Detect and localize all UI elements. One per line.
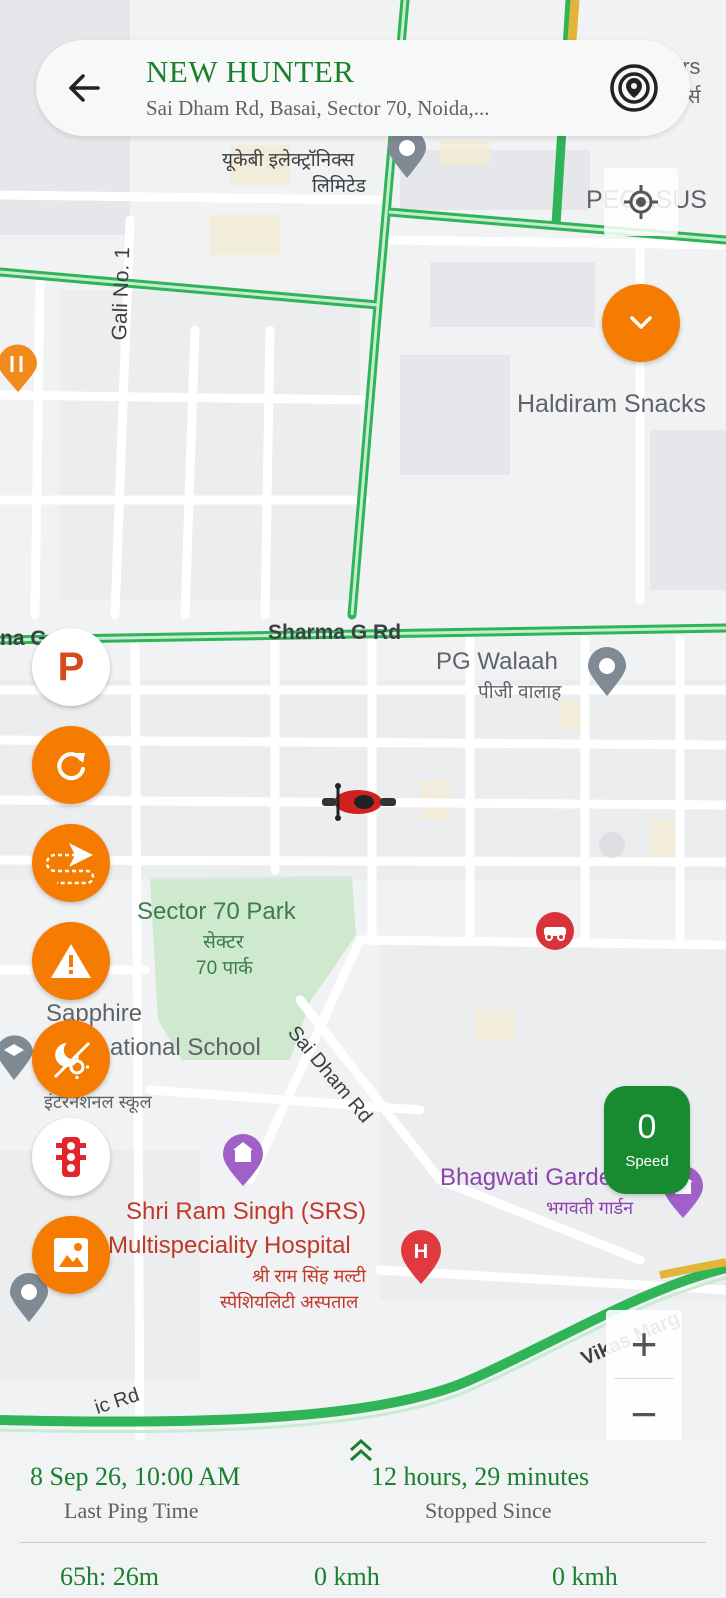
info-panel: 8 Sep 26, 10:00 AM Last Ping Time 12 hou… bbox=[0, 1438, 726, 1598]
radar-target-icon[interactable] bbox=[608, 62, 660, 114]
speed-value: 0 bbox=[637, 1108, 657, 1146]
traffic-button[interactable] bbox=[32, 1118, 110, 1196]
panel-divider bbox=[20, 1542, 706, 1543]
route-playback-button[interactable] bbox=[32, 824, 110, 902]
map-label-pg-walaah-hi: पीजी वालाह bbox=[478, 682, 562, 703]
map-label-hospital-2: Multispeciality Hospital bbox=[108, 1232, 351, 1259]
hospital-pin-icon[interactable]: H bbox=[398, 1228, 444, 1286]
parking-button[interactable]: P bbox=[32, 628, 110, 706]
map-label-ukb-hi-1: यूकेबी इलेक्ट्रॉनिक्स bbox=[222, 150, 355, 171]
map-label-sharma-rd: Sharma G Rd bbox=[268, 621, 402, 644]
place-pin-icon[interactable] bbox=[586, 646, 628, 698]
map-label-bhagwati: Bhagwati Garden bbox=[440, 1164, 626, 1191]
zoom-divider bbox=[614, 1378, 674, 1379]
map-label-sapphire-2: ational School bbox=[110, 1034, 261, 1061]
map-label-ukb-hi-2: लिमिटेड bbox=[312, 176, 366, 197]
last-ping-value: 8 Sep 26, 10:00 AM bbox=[30, 1462, 241, 1491]
map-label-hospital-1: Shri Ram Singh (SRS) bbox=[126, 1198, 367, 1225]
stopped-since-value: 12 hours, 29 minutes bbox=[371, 1462, 590, 1491]
restaurant-pin-icon[interactable] bbox=[0, 344, 40, 394]
day-night-icon bbox=[53, 1041, 91, 1079]
stopped-since-label: Stopped Since bbox=[425, 1498, 552, 1523]
map-label-park-hi-2: 70 पार्क bbox=[196, 958, 253, 979]
duration-value: 65h: 26m bbox=[60, 1562, 159, 1591]
arrow-left-icon[interactable] bbox=[66, 70, 102, 106]
zoom-controls: + − bbox=[606, 1310, 682, 1440]
route-playback-icon bbox=[45, 843, 95, 885]
temple-pin-icon[interactable] bbox=[220, 1132, 266, 1188]
map-label-gali: Gali No. 1 bbox=[108, 246, 135, 341]
map-label-pg-walaah: PG Walaah bbox=[436, 648, 558, 675]
parking-label: P bbox=[57, 644, 85, 689]
traffic-light-icon bbox=[56, 1137, 86, 1177]
vehicle-header-card: NEW HUNTER Sai Dham Rd, Basai, Sector 70… bbox=[36, 40, 690, 136]
map-label-park-hi-1: सेक्टर bbox=[203, 932, 244, 953]
chevron-down-icon bbox=[630, 316, 652, 329]
svg-text:H: H bbox=[414, 1241, 428, 1263]
map-label-hospital-hi-2: स्पेशियलिटी अस्पताल bbox=[220, 1292, 359, 1312]
collapse-button[interactable] bbox=[602, 284, 680, 362]
refresh-icon bbox=[57, 752, 85, 781]
my-location-button[interactable] bbox=[604, 168, 678, 236]
zoom-in-button[interactable]: + bbox=[606, 1314, 682, 1374]
speed-value-1: 0 kmh bbox=[314, 1562, 380, 1591]
refresh-button[interactable] bbox=[32, 726, 110, 804]
alert-button[interactable] bbox=[32, 922, 110, 1000]
warning-icon bbox=[51, 944, 91, 978]
motorbike-marker-icon[interactable] bbox=[314, 778, 400, 824]
vehicle-name: NEW HUNTER bbox=[146, 54, 355, 89]
car-repair-pin-icon[interactable] bbox=[534, 910, 576, 952]
map-layer-image-icon bbox=[54, 1238, 88, 1272]
my-location-icon bbox=[624, 185, 658, 219]
last-ping-label: Last Ping Time bbox=[64, 1498, 199, 1523]
speed-indicator: 0 Speed bbox=[604, 1086, 690, 1194]
map-label-haldiram: Haldiram Snacks bbox=[517, 390, 706, 418]
speed-value-2: 0 kmh bbox=[552, 1562, 618, 1591]
school-pin-icon[interactable] bbox=[0, 1030, 36, 1082]
map-label-hospital-hi-1: श्री राम सिंह मल्टी bbox=[252, 1266, 366, 1286]
day-night-button[interactable] bbox=[32, 1020, 110, 1098]
zoom-out-button[interactable]: − bbox=[606, 1384, 682, 1444]
speed-label: Speed bbox=[625, 1153, 669, 1170]
map-type-button[interactable] bbox=[32, 1216, 110, 1294]
vehicle-address: Sai Dham Rd, Basai, Sector 70, Noida,... bbox=[146, 96, 490, 120]
map-label-bhagwati-hi: भगवती गार्डन bbox=[546, 1198, 634, 1218]
map-label-park: Sector 70 Park bbox=[137, 898, 296, 925]
